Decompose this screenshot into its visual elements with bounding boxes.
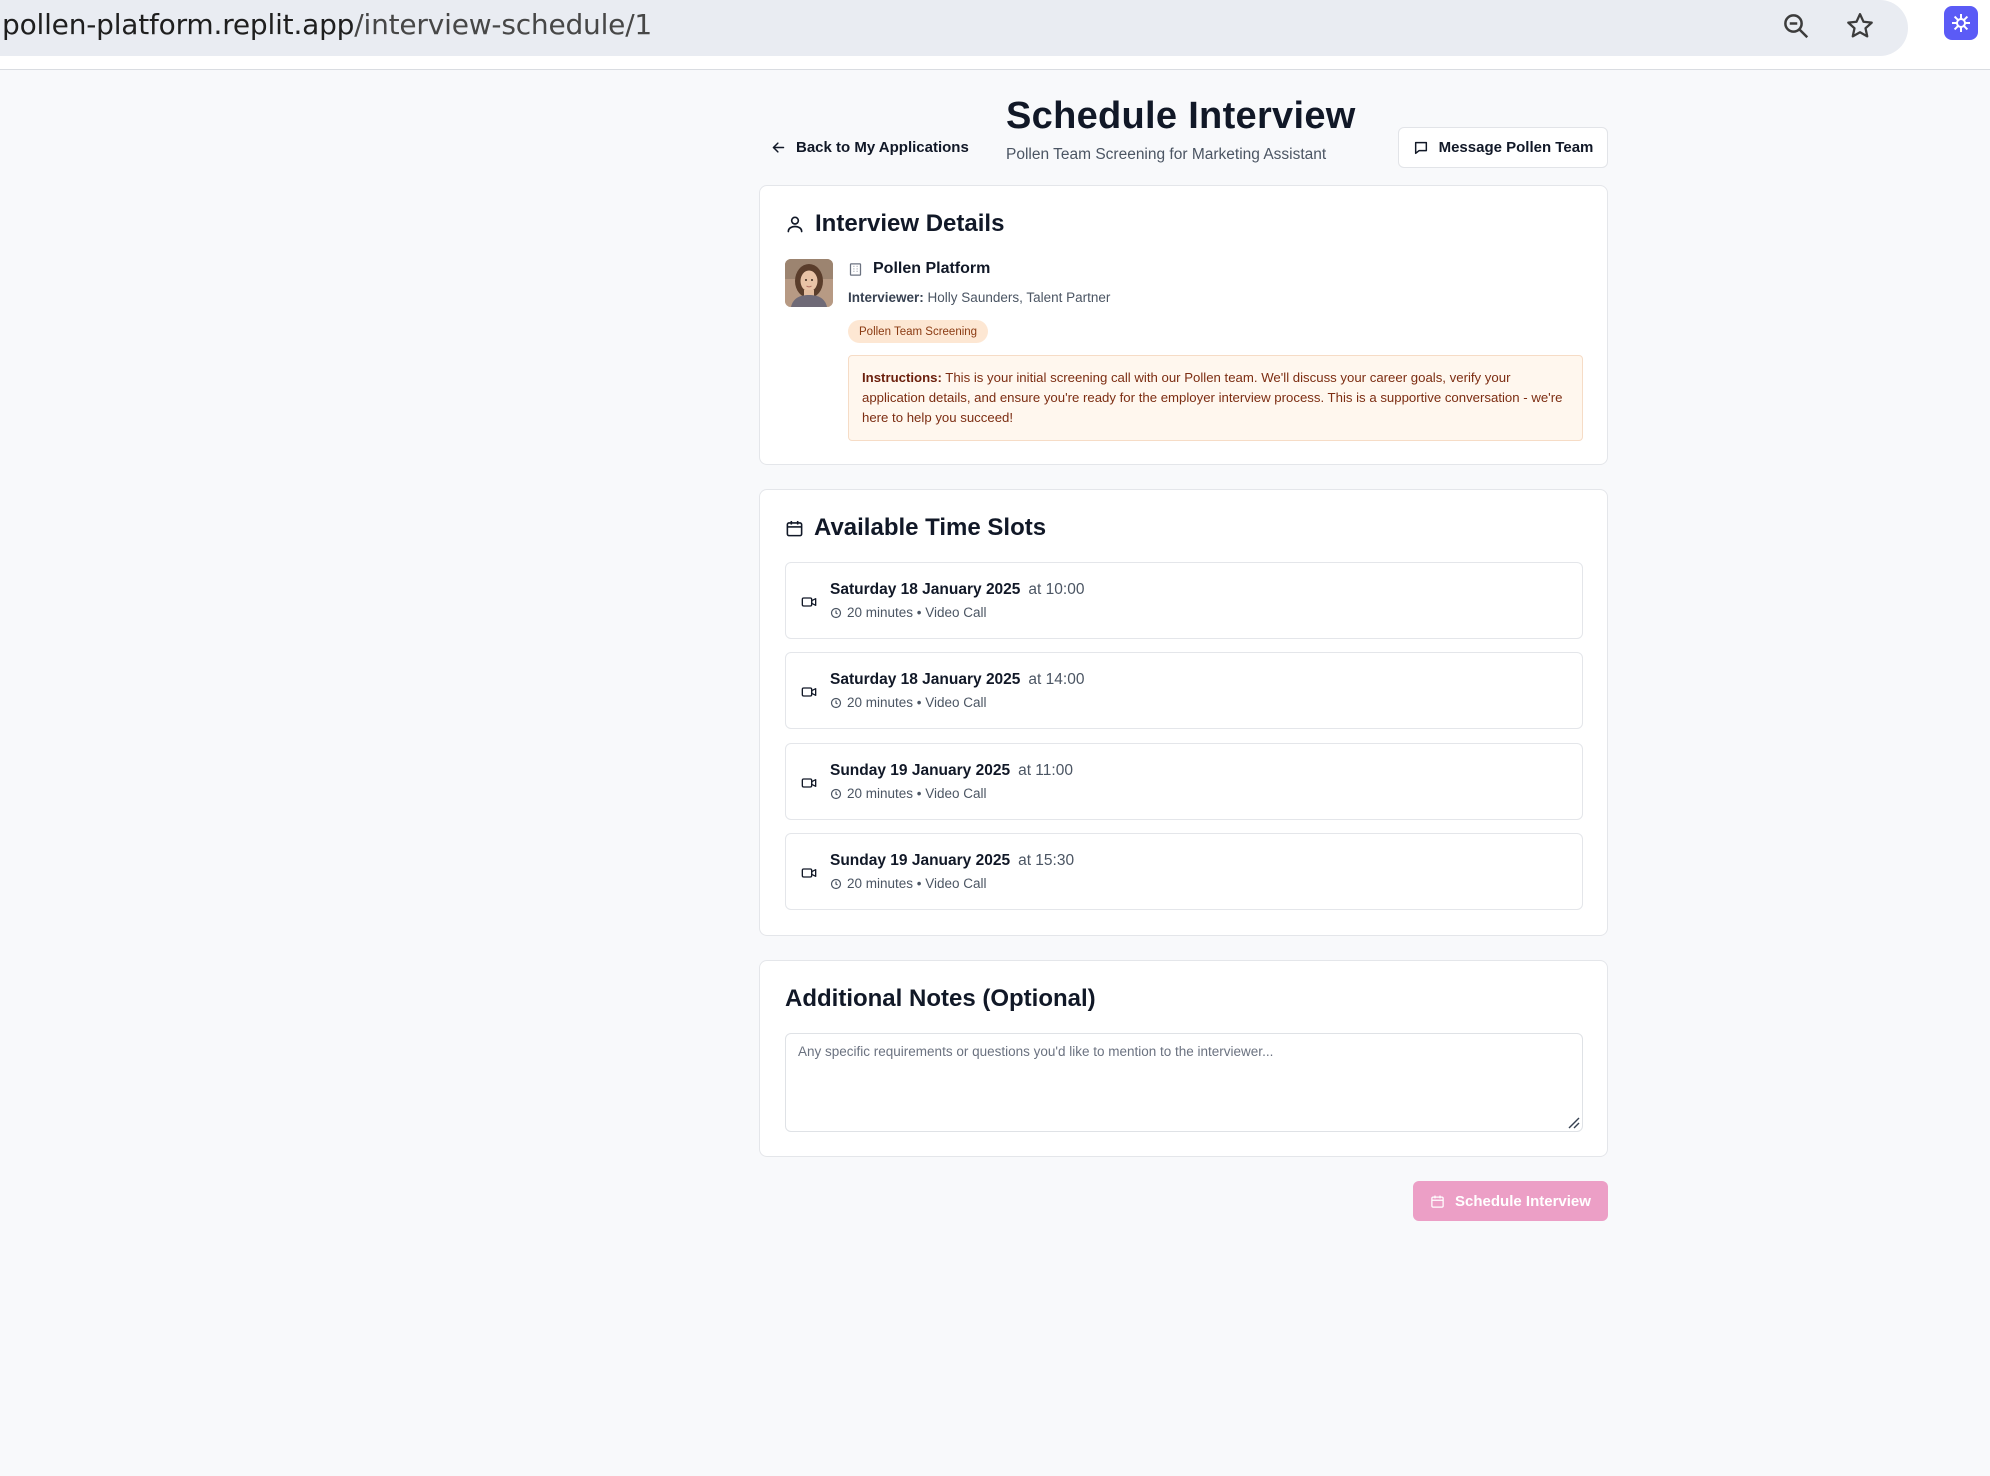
slot-datetime: Sunday 19 January 2025 at 11:00	[830, 762, 1073, 780]
title-block: Schedule Interview Pollen Team Screening…	[1006, 95, 1356, 164]
video-camera-icon	[801, 778, 817, 788]
slot-datetime: Saturday 18 January 2025 at 14:00	[830, 671, 1084, 689]
clock-icon	[830, 607, 842, 618]
time-slots-title: Available Time Slots	[814, 514, 1047, 541]
calendar-icon	[786, 520, 803, 536]
instructions-text: This is your initial screening call with…	[862, 370, 1563, 425]
clock-icon	[830, 697, 842, 708]
building-icon	[849, 262, 862, 276]
interview-details-title: Interview Details	[815, 210, 1005, 237]
interview-type-badge: Pollen Team Screening	[848, 320, 989, 343]
video-camera-icon	[801, 687, 817, 697]
url-text[interactable]: pollen-platform.replit.app/interview-sch…	[2, 8, 652, 41]
slot-time: at 14:00	[1028, 671, 1085, 688]
url-path: /interview-schedule/1	[354, 8, 653, 41]
slot-time: at 15:30	[1018, 852, 1075, 869]
time-slot-option[interactable]: Saturday 18 January 2025 at 14:00 20 minu…	[785, 652, 1583, 729]
time-slot-option[interactable]: Saturday 18 January 2025 at 10:00 20 minu…	[785, 562, 1583, 639]
slot-datetime: Saturday 18 January 2025 at 10:00	[830, 581, 1084, 599]
interview-details-heading: Interview Details	[785, 210, 1004, 238]
time-slot-option[interactable]: Sunday 19 January 2025 at 11:00 20 minute…	[785, 743, 1583, 820]
bookmark-star-icon[interactable]	[1840, 6, 1880, 46]
slot-date: Sunday 19 January 2025	[830, 762, 1011, 779]
resize-grip-icon[interactable]	[1566, 1115, 1580, 1129]
time-slots-heading: Available Time Slots	[785, 514, 1046, 542]
back-to-applications-link[interactable]: Back to My Applications	[771, 139, 969, 156]
slot-meta-text: 20 minutes • Video Call	[847, 876, 987, 891]
slot-meta-text: 20 minutes • Video Call	[847, 786, 987, 801]
message-button-label: Message Pollen Team	[1438, 139, 1594, 156]
address-bar[interactable]: pollen-platform.replit.app/interview-sch…	[0, 0, 1908, 56]
calendar-icon	[1431, 1195, 1444, 1208]
additional-notes-title: Additional Notes (Optional)	[785, 985, 1096, 1012]
interviewer-label: Interviewer:	[848, 290, 924, 305]
time-slots-card: Available Time Slots Saturday 18 January…	[759, 489, 1608, 936]
back-link-label: Back to My Applications	[796, 139, 969, 156]
slot-meta-text: 20 minutes • Video Call	[847, 695, 987, 710]
slot-datetime: Sunday 19 January 2025 at 15:30	[830, 852, 1074, 870]
slot-date: Saturday 18 January 2025	[830, 581, 1021, 598]
page-header: Back to My Applications Schedule Intervi…	[759, 95, 1608, 195]
slot-date: Sunday 19 January 2025	[830, 852, 1011, 869]
page-title: Schedule Interview	[1006, 95, 1356, 137]
video-camera-icon	[801, 597, 817, 607]
slot-meta: 20 minutes • Video Call	[830, 695, 987, 710]
instructions-label: Instructions:	[862, 370, 942, 385]
message-square-icon	[1414, 141, 1427, 154]
schedule-interview-button[interactable]: Schedule Interview	[1413, 1181, 1608, 1221]
company-name: Pollen Platform	[848, 260, 990, 278]
url-host: pollen-platform.replit.app	[2, 8, 355, 41]
time-slot-option[interactable]: Sunday 19 January 2025 at 15:30 20 minute…	[785, 833, 1583, 910]
interviewer-line: Interviewer: Holly Saunders, Talent Part…	[848, 290, 1110, 305]
additional-notes-card: Additional Notes (Optional)	[759, 960, 1608, 1157]
interviewer-value: Holly Saunders, Talent Partner	[927, 290, 1111, 305]
schedule-interview-label: Schedule Interview	[1455, 1192, 1591, 1210]
clock-icon	[830, 878, 842, 889]
page-subtitle: Pollen Team Screening for Marketing Assi…	[1006, 146, 1327, 163]
video-camera-icon	[801, 868, 817, 878]
zoom-icon[interactable]	[1776, 6, 1816, 46]
page-content: Back to My Applications Schedule Intervi…	[0, 71, 1990, 1476]
additional-notes-textarea[interactable]	[785, 1033, 1583, 1132]
slot-meta-text: 20 minutes • Video Call	[847, 605, 987, 620]
extension-icon[interactable]	[1944, 6, 1978, 40]
browser-chrome: pollen-platform.replit.app/interview-sch…	[0, 0, 1990, 70]
clock-icon	[830, 788, 842, 799]
slot-time: at 11:00	[1018, 762, 1073, 779]
instructions-box: Instructions: This is your initial scree…	[848, 355, 1583, 441]
user-icon	[787, 216, 803, 233]
slot-time: at 10:00	[1028, 581, 1085, 598]
avatar	[785, 259, 833, 307]
slot-meta: 20 minutes • Video Call	[830, 876, 987, 891]
slot-meta: 20 minutes • Video Call	[830, 786, 987, 801]
company-label: Pollen Platform	[873, 260, 991, 277]
arrow-left-icon	[772, 142, 785, 153]
slot-date: Saturday 18 January 2025	[830, 671, 1021, 688]
slot-meta: 20 minutes • Video Call	[830, 605, 987, 620]
message-pollen-team-button[interactable]: Message Pollen Team	[1398, 127, 1608, 168]
interview-details-card: Interview Details Pollen Platform Interv…	[759, 185, 1608, 465]
